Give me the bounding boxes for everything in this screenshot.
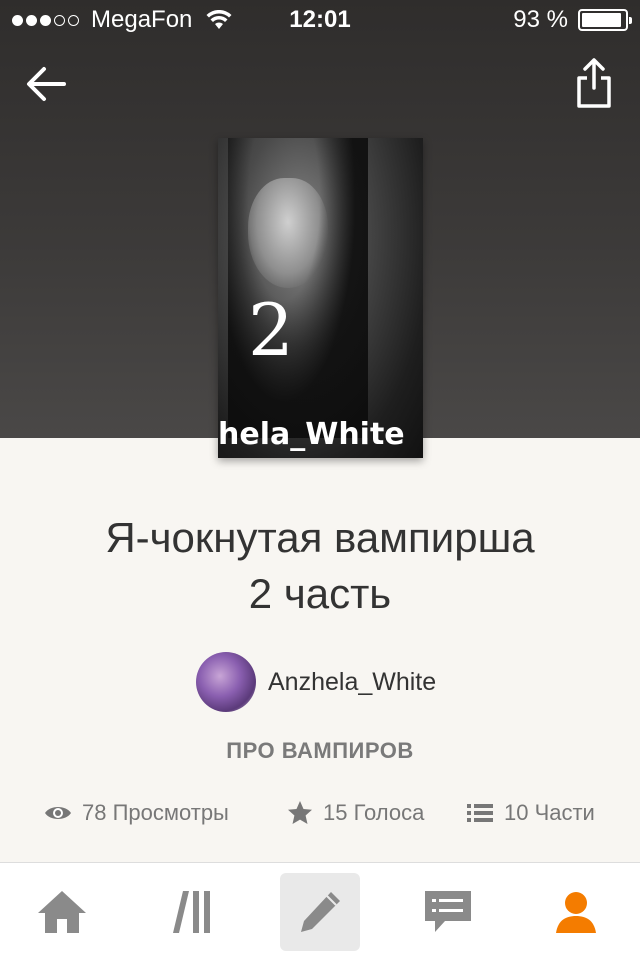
battery-percentage: 93 % [513,6,568,33]
tab-home[interactable] [22,873,102,951]
views-stat: 78 Просмотры [44,800,229,826]
tab-bar [0,862,640,960]
status-bar: MegaFon 12:01 93 % [0,0,640,40]
parts-count: 10 Части [504,800,595,825]
messages-icon [425,891,471,932]
profile-icon [556,892,596,933]
story-cover[interactable]: 2 hela_White [218,138,423,458]
tab-messages[interactable] [408,873,488,951]
avatar[interactable] [196,652,256,712]
views-count: 78 Просмотры [82,800,229,825]
votes-stat: 15 Голоса [287,800,424,826]
story-stats: 78 Просмотры 15 Голоса 10 Части [0,800,640,830]
share-icon[interactable] [574,58,614,110]
story-title-line2: 2 часть [248,570,392,617]
tab-library[interactable] [152,873,232,951]
write-icon [301,892,340,932]
home-icon [38,891,86,933]
battery-icon [578,9,632,31]
category-label[interactable]: ПРО ВАМПИРОВ [0,738,640,764]
cover-author-text: hela_White [218,417,405,452]
story-title-line1: Я-чокнутая вампирша [105,514,535,561]
author-name[interactable]: Anzhela_White [268,668,436,697]
library-icon [173,891,210,933]
cover-number: 2 [248,288,294,372]
star-icon [288,801,312,824]
back-arrow-icon[interactable] [22,60,70,108]
tab-profile[interactable] [536,873,616,951]
tab-write[interactable] [280,873,360,951]
story-title: Я-чокнутая вампирша 2 часть [20,510,620,622]
votes-count: 15 Голоса [323,800,425,825]
list-icon [467,804,493,822]
author-link[interactable]: Anzhela_White [196,652,436,712]
parts-stat[interactable]: 10 Части [466,800,595,826]
eye-icon [45,807,71,819]
